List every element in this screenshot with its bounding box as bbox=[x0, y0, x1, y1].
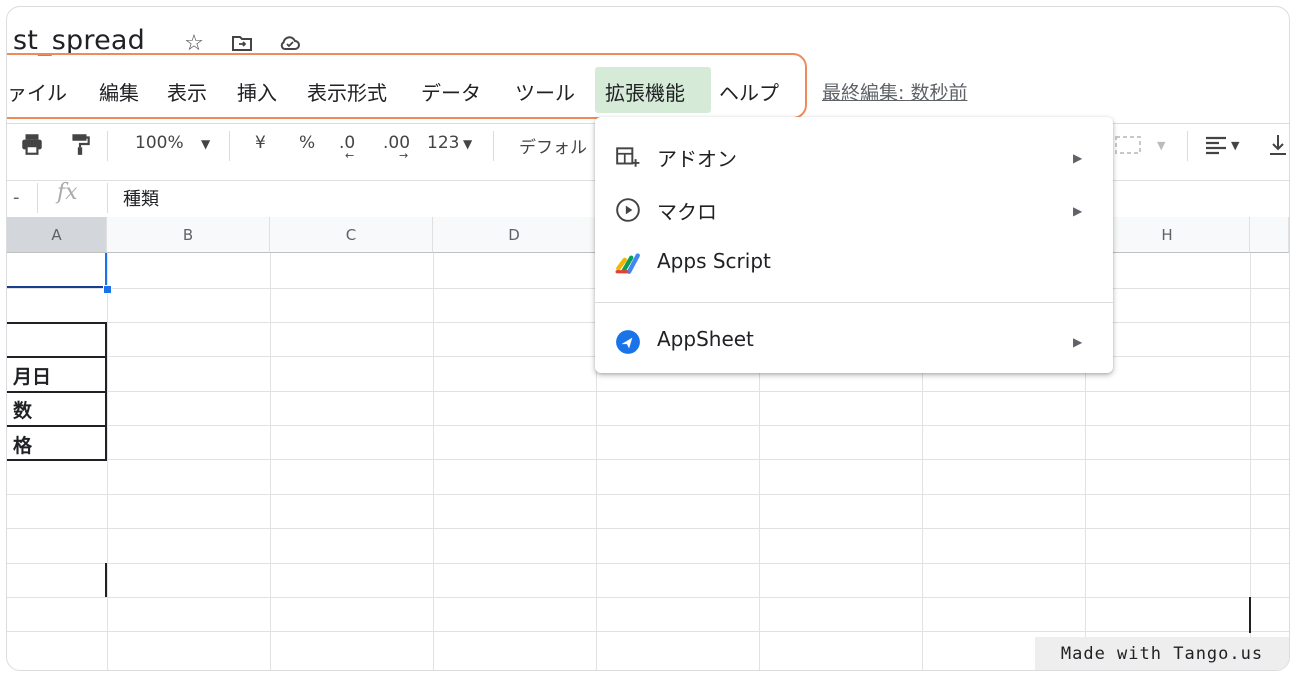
column-header-i[interactable] bbox=[1250, 217, 1289, 253]
play-circle-icon bbox=[615, 197, 641, 223]
menu-separator bbox=[595, 302, 1113, 303]
font-select[interactable]: デフォル bbox=[519, 133, 587, 158]
number-format-select[interactable]: 123 bbox=[427, 133, 459, 153]
addon-icon bbox=[615, 144, 641, 170]
cell-a5[interactable]: 月日 bbox=[13, 362, 51, 389]
cell-border bbox=[105, 563, 107, 597]
cell-a6[interactable]: 数 bbox=[13, 396, 32, 423]
grid-line bbox=[270, 253, 271, 670]
formula-input[interactable]: 種類 bbox=[123, 185, 159, 211]
fx-icon: fx bbox=[57, 180, 78, 205]
align-chevron-down-icon[interactable]: ▼ bbox=[1231, 139, 1239, 152]
screenshot-frame: st_spread ☆ ァイル 編集 表示 挿入 表示形式 データ ツール 拡張… bbox=[6, 6, 1290, 671]
cell-border bbox=[1249, 597, 1251, 633]
number-format-chevron-down-icon[interactable]: ▼ bbox=[463, 137, 472, 151]
column-header-a[interactable]: A bbox=[7, 217, 107, 253]
menu-item-label: マクロ bbox=[657, 200, 717, 224]
grid-line bbox=[7, 494, 1289, 495]
print-icon[interactable] bbox=[19, 131, 45, 162]
submenu-arrow-icon: ▶ bbox=[1073, 151, 1083, 165]
column-header-c[interactable]: C bbox=[270, 217, 433, 253]
grid-line bbox=[7, 631, 1289, 632]
apps-script-icon bbox=[615, 249, 641, 275]
grid-line bbox=[433, 253, 434, 670]
grid-line bbox=[7, 563, 1289, 564]
align-left-icon[interactable] bbox=[1205, 135, 1227, 160]
menu-item-addons[interactable]: アドオン ▶ bbox=[595, 131, 1113, 181]
menu-item-label: Apps Script bbox=[657, 249, 771, 273]
fill-handle[interactable] bbox=[103, 285, 112, 294]
increase-decimal-arrow-icon: → bbox=[399, 149, 409, 162]
tango-watermark: Made with Tango.us bbox=[1035, 637, 1289, 670]
menu-item-macros[interactable]: マクロ ▶ bbox=[595, 184, 1113, 234]
cell-border bbox=[7, 459, 107, 461]
merge-cells-icon[interactable] bbox=[1115, 135, 1141, 160]
submenu-arrow-icon: ▶ bbox=[1073, 335, 1083, 349]
zoom-chevron-down-icon[interactable]: ▼ bbox=[201, 137, 210, 151]
grid-line bbox=[7, 459, 1289, 460]
menu-item-label: アドオン bbox=[657, 147, 737, 171]
toolbar-divider bbox=[107, 131, 108, 161]
vertical-align-bottom-icon[interactable] bbox=[1269, 133, 1287, 162]
selected-cell[interactable] bbox=[7, 253, 107, 288]
toolbar-divider bbox=[229, 131, 230, 161]
column-header-b[interactable]: B bbox=[107, 217, 270, 253]
cell-a7[interactable]: 格 bbox=[13, 431, 32, 458]
submenu-arrow-icon: ▶ bbox=[1073, 204, 1083, 218]
toolbar-divider bbox=[493, 131, 494, 161]
formula-divider bbox=[107, 183, 108, 213]
paint-format-icon[interactable] bbox=[67, 131, 93, 162]
grid-line bbox=[107, 253, 108, 670]
cell-border bbox=[7, 425, 107, 427]
percent-button[interactable]: % bbox=[299, 133, 315, 153]
name-box[interactable]: - bbox=[13, 187, 20, 208]
currency-button[interactable]: ¥ bbox=[255, 133, 266, 153]
menu-item-label: AppSheet bbox=[657, 327, 754, 351]
tutorial-highlight-box bbox=[7, 53, 807, 119]
menu-item-apps-script[interactable]: Apps Script bbox=[595, 237, 1113, 287]
last-edit-link[interactable]: 最終編集: 数秒前 bbox=[822, 78, 967, 105]
grid-line bbox=[7, 528, 1289, 529]
appsheet-icon bbox=[615, 329, 641, 355]
extensions-dropdown-menu: アドオン ▶ マクロ ▶ Apps Script AppSheet ▶ bbox=[595, 117, 1113, 373]
cell-border bbox=[7, 356, 107, 358]
decrease-decimal-arrow-icon: ← bbox=[345, 149, 355, 162]
column-header-d[interactable]: D bbox=[433, 217, 596, 253]
formula-divider bbox=[37, 183, 38, 213]
cell-border bbox=[7, 322, 107, 324]
cell-border bbox=[7, 391, 107, 393]
menu-item-appsheet[interactable]: AppSheet ▶ bbox=[595, 315, 1113, 365]
merge-chevron-down-icon[interactable]: ▼ bbox=[1157, 139, 1165, 152]
grid-line bbox=[7, 597, 1289, 598]
zoom-select[interactable]: 100% bbox=[135, 133, 184, 153]
grid-line bbox=[7, 425, 1289, 426]
grid-line bbox=[7, 391, 1289, 392]
document-title[interactable]: st_spread bbox=[13, 25, 145, 56]
toolbar-divider bbox=[1187, 131, 1188, 161]
